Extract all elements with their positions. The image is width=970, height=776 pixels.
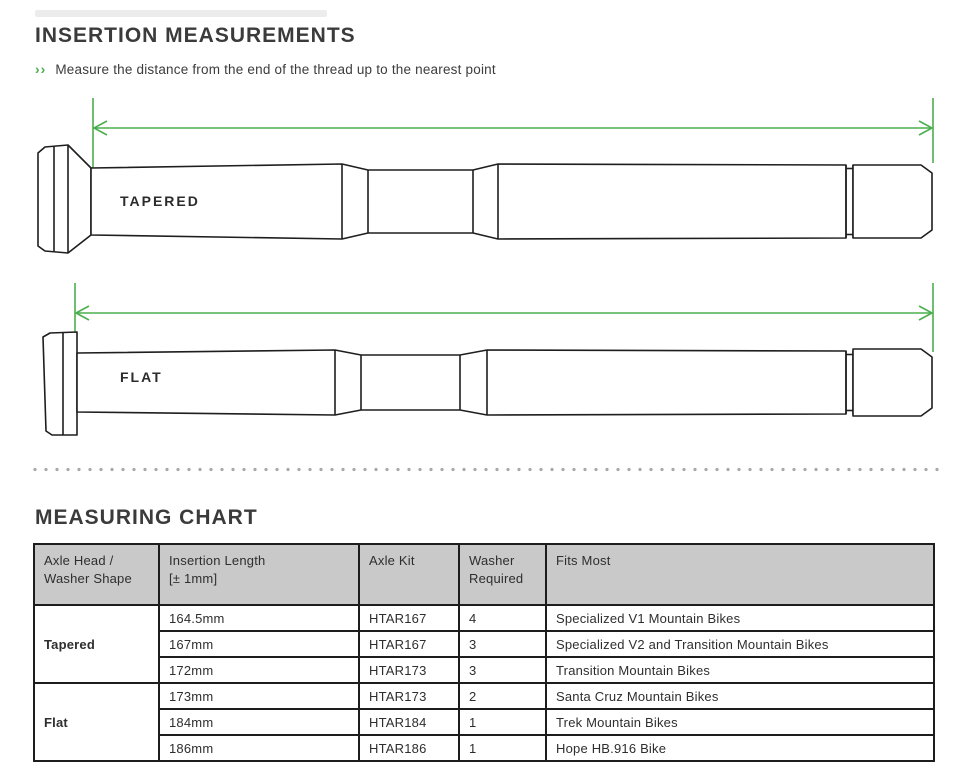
insertion-length-cell: 167mm <box>159 631 359 657</box>
section-title-measuring-chart: MEASURING CHART <box>35 506 258 530</box>
col-header-fits-most: Fits Most <box>546 544 934 605</box>
washer-required-cell: 3 <box>459 631 546 657</box>
table-row: 184mm HTAR184 1 Trek Mountain Bikes <box>34 709 934 735</box>
fits-most-cell: Santa Cruz Mountain Bikes <box>546 683 934 709</box>
shape-tapered-cell: Tapered <box>34 605 159 683</box>
page-title: INSERTION MEASUREMENTS <box>35 24 356 48</box>
col-header-axle-head-washer-shape: Axle Head / Washer Shape <box>34 544 159 605</box>
table-row: 167mm HTAR167 3 Specialized V2 and Trans… <box>34 631 934 657</box>
shape-flat-cell: Flat <box>34 683 159 761</box>
axle-shaft <box>77 350 846 415</box>
washer-required-cell: 4 <box>459 605 546 631</box>
cropped-text-remnant <box>35 10 327 17</box>
tapered-label: TAPERED <box>120 193 200 209</box>
col-header-insertion-length: Insertion Length [± 1mm] <box>159 544 359 605</box>
washer-required-cell: 1 <box>459 735 546 761</box>
washer-required-cell: 1 <box>459 709 546 735</box>
thread-end <box>853 165 932 238</box>
thread-end <box>853 349 932 416</box>
col-header-axle-kit: Axle Kit <box>359 544 459 605</box>
measuring-chart-table: Axle Head / Washer Shape Insertion Lengt… <box>33 543 935 762</box>
fits-most-cell: Transition Mountain Bikes <box>546 657 934 683</box>
fits-most-cell: Trek Mountain Bikes <box>546 709 934 735</box>
table-row: 172mm HTAR173 3 Transition Mountain Bike… <box>34 657 934 683</box>
flat-label: FLAT <box>120 369 163 385</box>
tapered-axle-head <box>38 145 91 253</box>
instruction-line: ›› Measure the distance from the end of … <box>35 61 496 77</box>
axle-kit-cell: HTAR173 <box>359 657 459 683</box>
fits-most-cell: Specialized V1 Mountain Bikes <box>546 605 934 631</box>
flat-axle-head <box>43 332 77 435</box>
fits-most-cell: Specialized V2 and Transition Mountain B… <box>546 631 934 657</box>
dotted-divider <box>33 467 939 472</box>
table-row: 186mm HTAR186 1 Hope HB.916 Bike <box>34 735 934 761</box>
axle-kit-cell: HTAR167 <box>359 605 459 631</box>
insertion-length-cell: 186mm <box>159 735 359 761</box>
flat-axle-outline <box>43 332 932 435</box>
table-header-row: Axle Head / Washer Shape Insertion Lengt… <box>34 544 934 605</box>
axle-kit-cell: HTAR167 <box>359 631 459 657</box>
double-chevron-icon: ›› <box>35 61 46 77</box>
axle-kit-cell: HTAR173 <box>359 683 459 709</box>
washer-required-cell: 3 <box>459 657 546 683</box>
col-header-washer-required: Washer Required <box>459 544 546 605</box>
axle-kit-cell: HTAR186 <box>359 735 459 761</box>
washer-required-cell: 2 <box>459 683 546 709</box>
table-row: Flat 173mm HTAR173 2 Santa Cruz Mountain… <box>34 683 934 709</box>
manual-page: { "page": { "title": "INSERTION MEASUREM… <box>0 0 970 776</box>
insertion-length-cell: 172mm <box>159 657 359 683</box>
axle-shaft <box>91 164 846 239</box>
fits-most-cell: Hope HB.916 Bike <box>546 735 934 761</box>
insertion-length-cell: 184mm <box>159 709 359 735</box>
flat-axle-diagram: FLAT <box>0 275 970 450</box>
axle-kit-cell: HTAR184 <box>359 709 459 735</box>
insertion-length-cell: 164.5mm <box>159 605 359 631</box>
tapered-axle-diagram: TAPERED <box>0 90 970 265</box>
instruction-text: Measure the distance from the end of the… <box>55 62 495 77</box>
insertion-length-cell: 173mm <box>159 683 359 709</box>
dimension-arrow-tapered <box>93 98 933 172</box>
table-row: Tapered 164.5mm HTAR167 4 Specialized V1… <box>34 605 934 631</box>
dimension-arrow-flat <box>75 283 933 352</box>
